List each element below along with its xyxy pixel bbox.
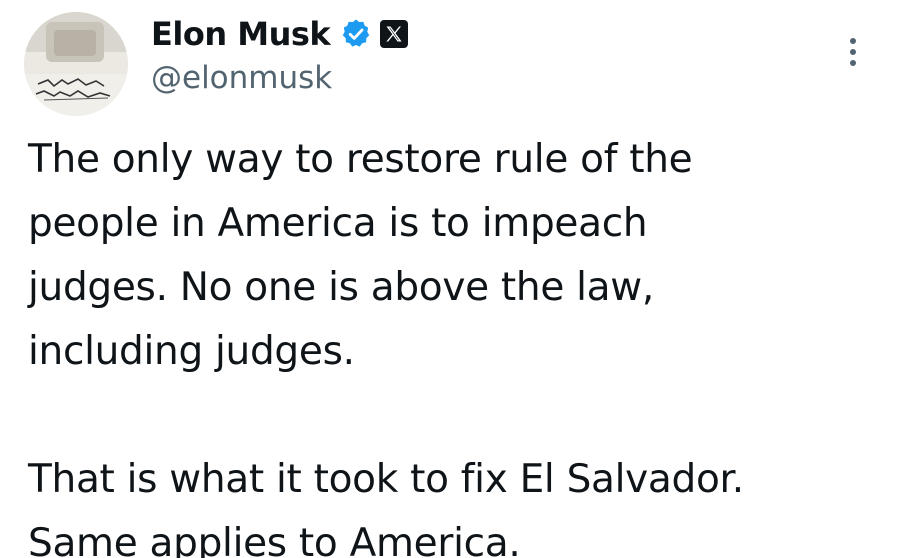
- tweet-paragraph: The only way to restore rule of the peop…: [28, 128, 888, 384]
- tweet-text: The only way to restore rule of the peop…: [28, 128, 888, 558]
- author-handle[interactable]: @elonmusk: [151, 60, 332, 96]
- avatar-image: [24, 12, 128, 116]
- tweet-line: judges. No one is above the law,: [28, 265, 654, 310]
- tweet-line: people in America is to impeach: [28, 201, 648, 246]
- tweet-line: including judges.: [28, 329, 355, 374]
- display-name[interactable]: Elon Musk: [151, 15, 331, 53]
- avatar[interactable]: [24, 12, 128, 116]
- tweet-paragraph: That is what it took to fix El Salvador.…: [28, 448, 888, 558]
- tweet-line: Same applies to America.: [28, 521, 521, 558]
- tweet-line: The only way to restore rule of the: [28, 137, 693, 182]
- author-name-row: Elon Musk: [151, 12, 409, 56]
- tweet-line: That is what it took to fix El Salvador.: [28, 457, 744, 502]
- tweet-card: Elon Musk @elonmusk The only way to rest…: [0, 0, 900, 558]
- more-options-icon[interactable]: [841, 36, 865, 70]
- x-logo-icon: [380, 20, 409, 48]
- verified-badge-icon: [340, 18, 372, 50]
